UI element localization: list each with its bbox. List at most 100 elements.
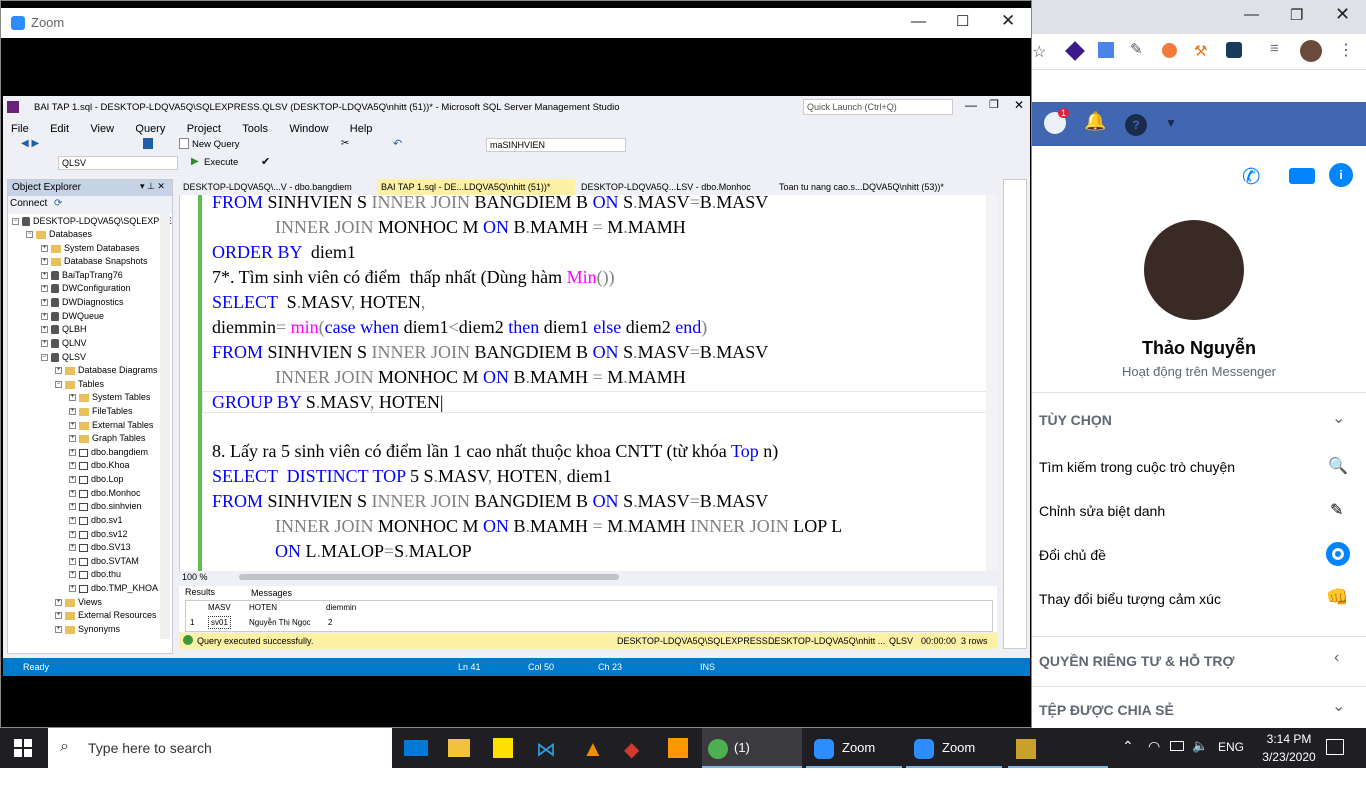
new-query-button[interactable]: New Query [192,139,240,150]
tree-node[interactable]: + DWQueue [41,310,104,324]
clock-time[interactable]: 3:14 PM [1260,732,1318,746]
tree-node[interactable]: + Views [55,596,102,610]
volume-icon[interactable]: 🔈 [1192,738,1208,754]
notifications-icon[interactable] [1326,739,1344,755]
refresh-icon[interactable]: ⟳ [54,198,62,209]
profile-avatar[interactable] [1300,40,1322,62]
sticky-notes-icon[interactable] [493,738,513,758]
section-options[interactable]: TÙY CHỌN [1039,412,1112,428]
bookmark-star-icon[interactable]: ☆ [1032,42,1046,62]
taskbar-zoom[interactable]: Zoom [806,728,902,768]
menu-query[interactable]: Query [135,123,165,135]
tree-node[interactable]: + BaiTapTrang76 [41,269,123,283]
tree-node[interactable]: + Synonyms [55,623,120,637]
chevron-left-icon[interactable]: ‹ [1334,649,1339,667]
minimize-icon[interactable]: — [965,98,977,112]
minimize-icon[interactable]: — [1244,6,1259,23]
maximize-icon[interactable]: ☐ [956,12,969,30]
tree-node[interactable]: + System Databases [41,242,140,256]
menu-view[interactable]: View [90,123,114,135]
tree-node[interactable]: + dbo.sv1 [69,514,123,528]
wifi-icon[interactable]: ◠ [1148,738,1160,755]
parse-check-icon[interactable]: ✔ [261,155,270,168]
extension-icon[interactable]: ⚒ [1194,42,1207,60]
tab-messages[interactable]: Messages [251,588,292,598]
search-icon[interactable]: 🔍 [1328,456,1348,476]
video-call-icon[interactable] [1289,168,1315,184]
tree-databases[interactable]: − Databases [26,228,92,242]
tree-node[interactable]: − QLSV [41,351,86,365]
table-cell[interactable]: sv01 [208,616,231,629]
close-icon[interactable]: ✕ [1001,11,1015,31]
save-icon[interactable] [143,138,153,149]
tree-node[interactable]: + QLBH [41,323,87,337]
tree-node[interactable]: + DWConfiguration [41,282,131,296]
tree-server[interactable]: − DESKTOP-LDQVA5Q\SQLEXPRE [12,215,172,229]
tree-node[interactable]: + External Tables [69,419,153,433]
translate-icon[interactable] [1098,42,1114,58]
connect-button[interactable]: Connect [10,198,47,209]
battery-icon[interactable] [1170,741,1184,751]
tree-node[interactable]: + QLNV [41,337,87,351]
table-cell[interactable]: Nguyễn Thị Ngọc [249,618,311,627]
section-shared[interactable]: TỆP ĐƯỢC CHIA SẺ [1039,702,1174,718]
execute-button[interactable]: Execute [204,157,238,168]
menu-window[interactable]: Window [289,123,328,135]
tree-node[interactable]: + dbo.SVTAM [69,555,139,569]
table-cell[interactable]: 2 [328,618,332,627]
tree-node[interactable]: + Graph Tables [69,432,145,446]
tree-node[interactable]: + dbo.TMP_KHOA [69,582,158,596]
file-explorer-icon[interactable] [448,739,470,757]
language-indicator[interactable]: ENG [1218,740,1244,754]
extension-icon[interactable] [1065,41,1085,61]
git-icon[interactable]: ◆ [624,737,639,762]
option-emoji[interactable]: Thay đổi biểu tượng cảm xúc [1039,591,1221,607]
vscode-icon[interactable]: ⋈ [536,737,556,762]
tree-node[interactable]: + dbo.SV13 [69,541,131,555]
vlc-icon[interactable]: ▲ [582,736,604,762]
tree-node[interactable]: + External Resources [55,609,157,623]
tree-node[interactable]: + dbo.Monhoc [69,487,141,501]
pin-icon[interactable]: ▾ ⊥ ✕ [140,181,165,192]
undo-icon[interactable]: ↶ [393,137,402,150]
tree-node[interactable]: + dbo.sinhvien [69,500,142,514]
tree-node[interactable]: + dbo.bangdiem [69,446,148,460]
tab-results[interactable]: Results [185,587,215,597]
option-search[interactable]: Tìm kiếm trong cuộc trò chuyện [1039,459,1235,475]
phone-icon[interactable]: ✆ [1242,164,1260,190]
theme-color-icon[interactable] [1326,542,1350,566]
sql-editor[interactable]: FROM SINHVIEN S INNER JOIN BANGDIEM B ON… [179,192,998,571]
tree-node[interactable]: + DWDiagnostics [41,296,124,310]
chevron-down-icon[interactable]: ⌄ [1332,696,1345,716]
menu-help[interactable]: Help [350,123,373,135]
tree-node[interactable]: + System Tables [69,391,150,405]
tree-node[interactable]: + FileTables [69,405,133,419]
quick-launch-input[interactable]: Quick Launch (Ctrl+Q) [803,99,953,115]
extension-icon[interactable] [1162,43,1177,58]
close-icon[interactable]: ✕ [1014,98,1024,112]
execute-icon[interactable]: ▶ [191,156,199,167]
menu-project[interactable]: Project [187,123,221,135]
menu-list-icon[interactable]: ≡ [1270,40,1279,57]
restore-icon[interactable]: ❐ [1290,6,1303,24]
taskbar-chrome[interactable]: (1) Messe... [702,728,802,795]
minimize-icon[interactable]: — [911,13,926,30]
avatar[interactable] [1144,220,1244,320]
tree-node[interactable]: + dbo.Lop [69,473,124,487]
tree-node[interactable]: + Database Diagrams [55,364,158,378]
navigate-back-icon[interactable]: ◀ ▶ [21,138,39,149]
fist-emoji-icon[interactable]: 👊 [1326,587,1348,608]
chevron-up-icon[interactable]: ⌃ [1122,738,1134,755]
horizontal-scrollbar[interactable] [239,574,619,580]
eyedropper-icon[interactable]: ✎ [1130,40,1143,58]
zoom-level[interactable]: 100 % [179,571,997,585]
database-combo[interactable]: QLSV [58,156,178,170]
option-nickname[interactable]: Chỉnh sửa biệt danh [1039,503,1165,519]
taskbar-search[interactable]: ⌕ Type here to search [48,728,392,768]
windows-start-icon[interactable] [14,739,32,757]
tree-node[interactable]: − Tables [55,378,104,392]
close-icon[interactable]: ✕ [1335,4,1350,25]
menu-edit[interactable]: Edit [50,123,69,135]
cut-icon[interactable]: ✂ [341,138,349,149]
mail-icon[interactable] [404,740,428,756]
